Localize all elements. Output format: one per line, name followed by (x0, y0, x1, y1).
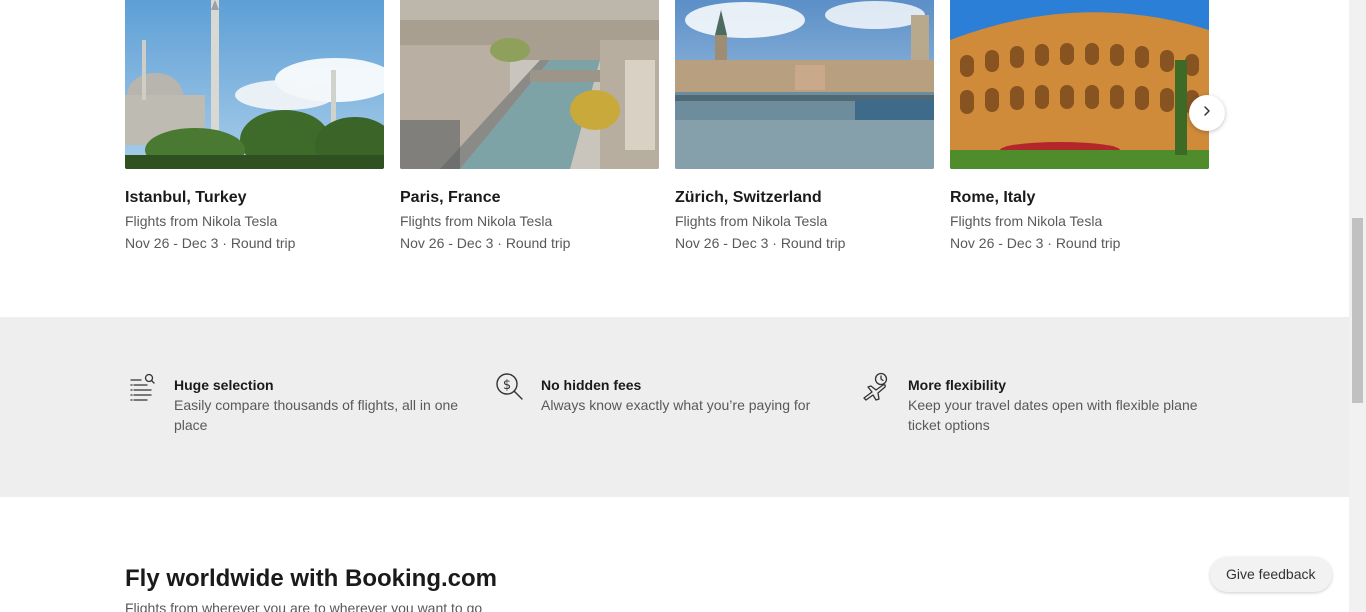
page-scrollbar[interactable] (1349, 0, 1366, 612)
destination-card-paris[interactable]: Paris, France Flights from Nikola Tesla … (400, 0, 659, 251)
destination-dates: Nov 26 - Dec 3 · Round trip (950, 235, 1121, 251)
destination-title[interactable]: Paris, France (400, 189, 659, 207)
feature-no-hidden-fees: $ No hidden fees Always know exactly wha… (492, 371, 841, 415)
give-feedback-button[interactable]: Give feedback (1210, 557, 1332, 592)
carousel-next-button[interactable] (1189, 95, 1225, 131)
feature-title: Huge selection (174, 377, 274, 393)
destination-origin: Flights from Nikola Tesla (400, 213, 553, 229)
plane-clock-icon (859, 371, 893, 405)
chevron-right-icon (1201, 104, 1213, 122)
destination-dates: Nov 26 - Dec 3 · Round trip (125, 235, 296, 251)
destination-origin: Flights from Nikola Tesla (950, 213, 1103, 229)
destination-image-rome[interactable] (950, 0, 1209, 169)
destination-title[interactable]: Istanbul, Turkey (125, 189, 384, 207)
destination-origin: Flights from Nikola Tesla (125, 213, 278, 229)
svg-text:$: $ (503, 378, 511, 393)
destination-dates: Nov 26 - Dec 3 · Round trip (400, 235, 571, 251)
destination-image-istanbul[interactable] (125, 0, 384, 169)
feature-description: Always know exactly what you’re paying f… (541, 397, 811, 413)
destination-origin: Flights from Nikola Tesla (675, 213, 828, 229)
destination-image-zurich[interactable] (675, 0, 934, 169)
feature-huge-selection: Huge selection Easily compare thousands … (125, 371, 474, 435)
scrollbar-thumb[interactable] (1352, 218, 1363, 403)
feature-description: Easily compare thousands of flights, all… (174, 397, 459, 433)
list-search-icon (125, 371, 159, 405)
destination-dates: Nov 26 - Dec 3 · Round trip (675, 235, 846, 251)
dollar-search-icon: $ (492, 371, 526, 405)
destination-title[interactable]: Zürich, Switzerland (675, 189, 934, 207)
feature-title: More flexibility (908, 377, 1007, 393)
destination-card-rome[interactable]: Rome, Italy Flights from Nikola Tesla No… (950, 0, 1209, 251)
feature-more-flexibility: More flexibility Keep your travel dates … (859, 371, 1208, 435)
section-heading: Fly worldwide with Booking.com (125, 565, 498, 592)
feature-title: No hidden fees (541, 377, 642, 393)
destination-card-istanbul[interactable]: Istanbul, Turkey Flights from Nikola Tes… (125, 0, 384, 251)
feature-description: Keep your travel dates open with flexibl… (908, 397, 1198, 433)
destination-carousel: Istanbul, Turkey Flights from Nikola Tes… (125, 0, 1209, 260)
destination-card-zurich[interactable]: Zürich, Switzerland Flights from Nikola … (675, 0, 934, 251)
section-subheading: Flights from wherever you are to whereve… (125, 600, 483, 612)
features-section: Huge selection Easily compare thousands … (0, 317, 1349, 497)
destination-title[interactable]: Rome, Italy (950, 189, 1209, 207)
destination-image-paris[interactable] (400, 0, 659, 169)
